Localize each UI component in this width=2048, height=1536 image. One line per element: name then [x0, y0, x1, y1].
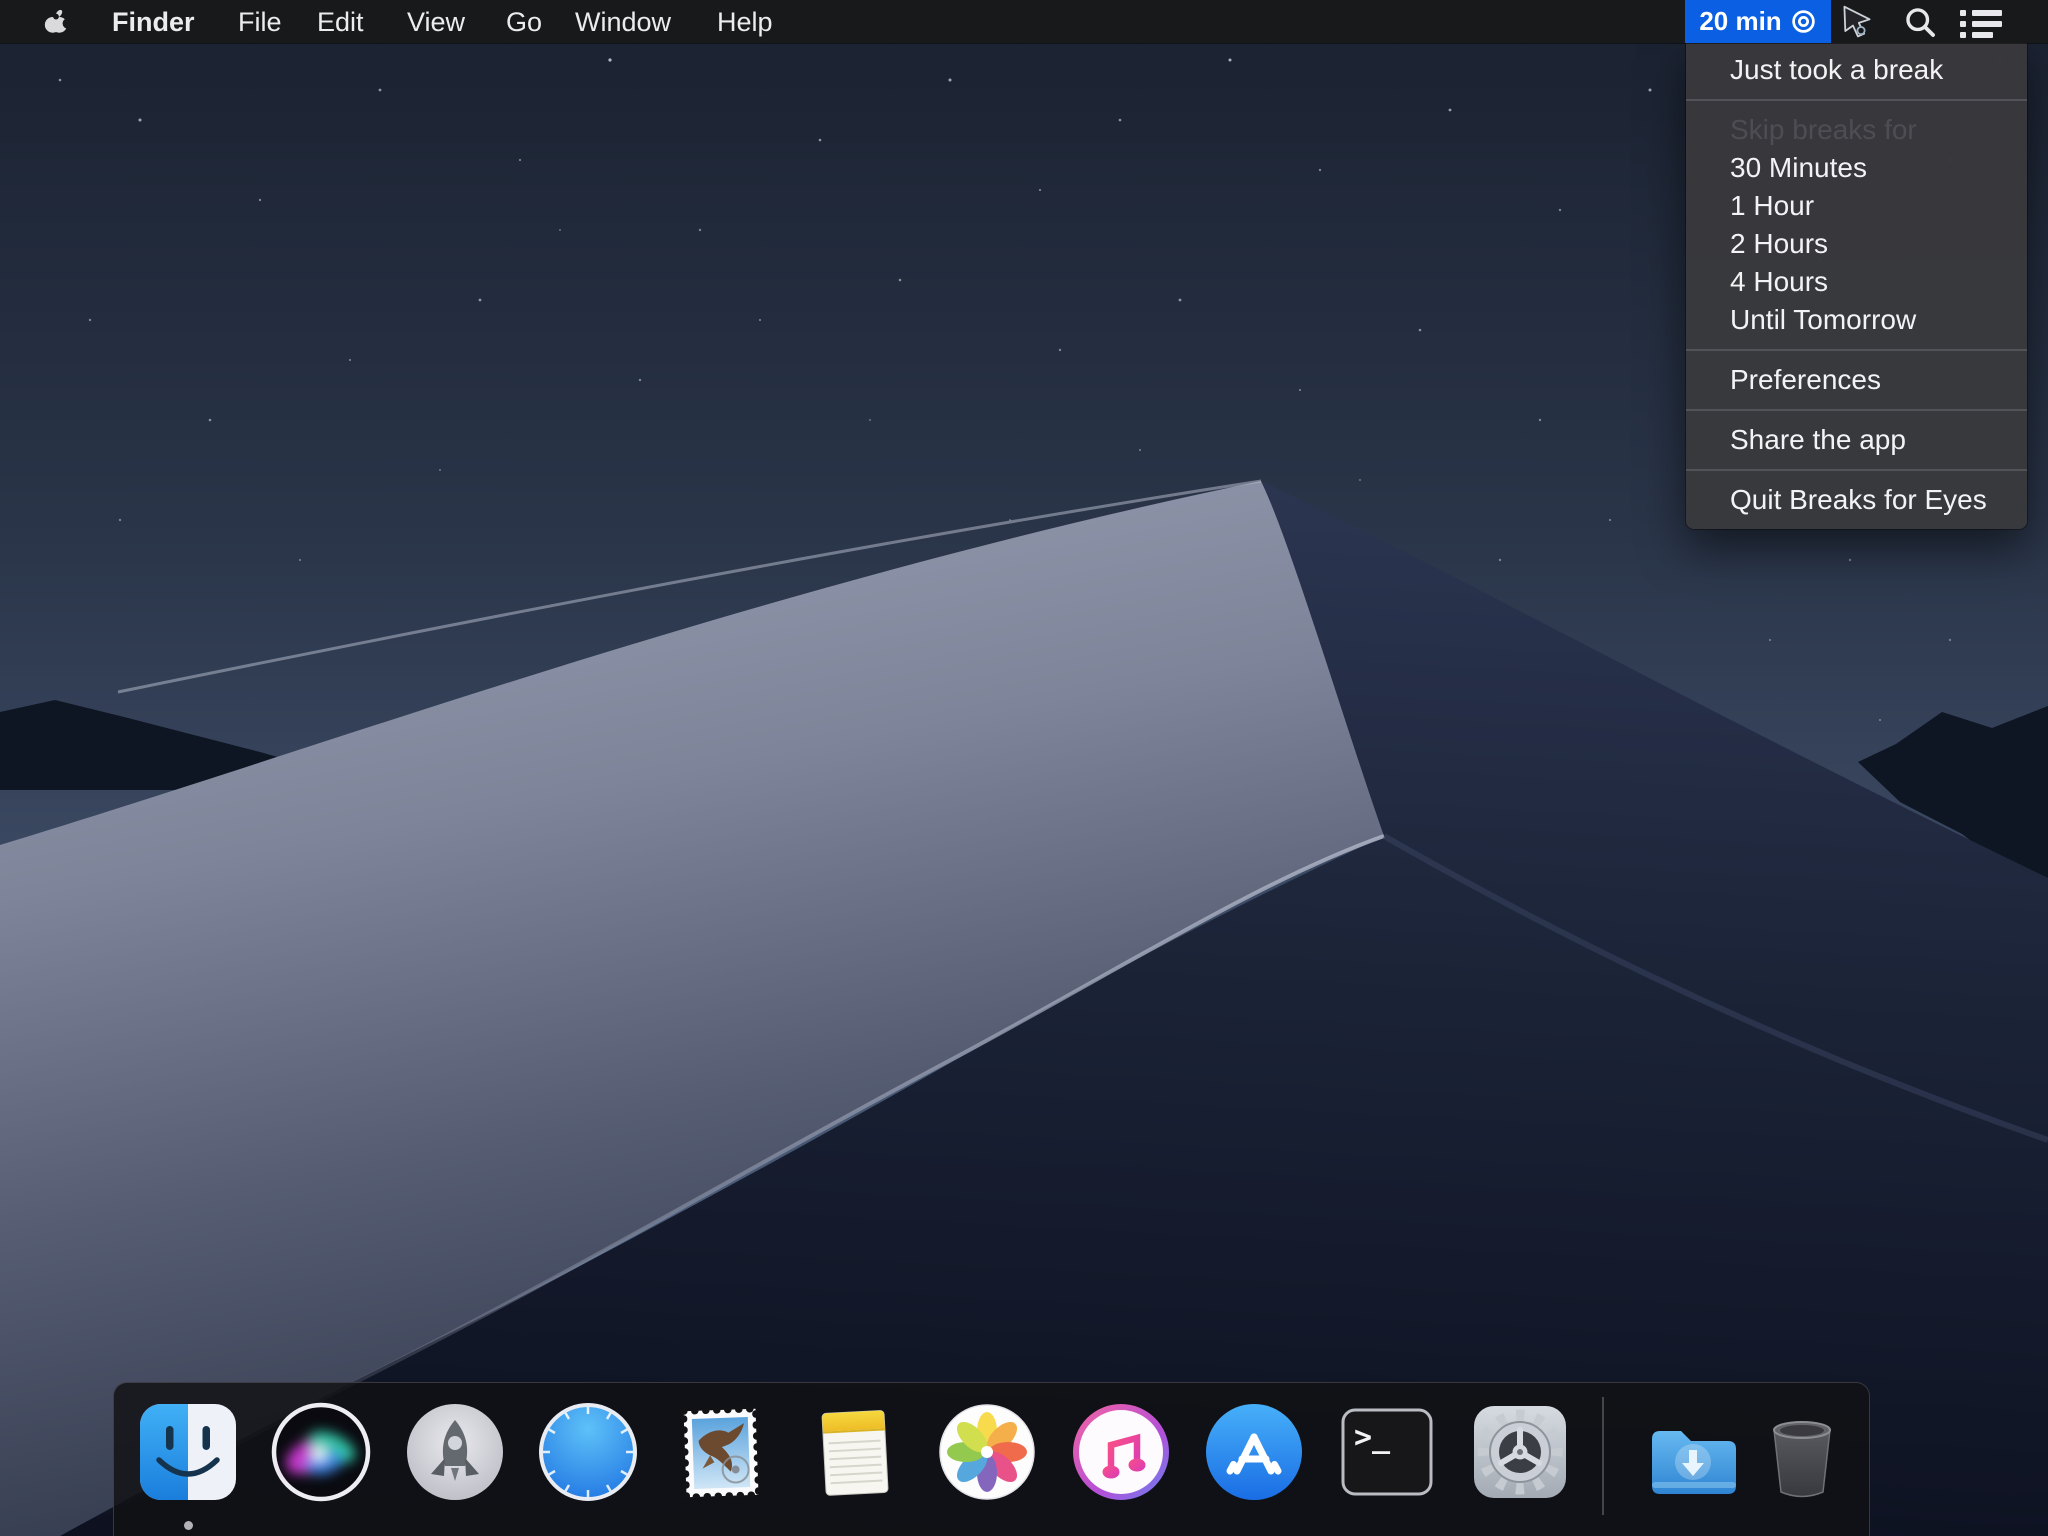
menu-separator: [1686, 469, 2027, 471]
menu-item-1-hour[interactable]: 1 Hour: [1686, 187, 2027, 225]
notification-center-icon[interactable]: [1958, 6, 2004, 42]
menu-item-30-minutes[interactable]: 30 Minutes: [1686, 149, 2027, 187]
menubar-app-menu-finder[interactable]: Finder: [112, 0, 195, 43]
svg-text:>_: >_: [1354, 1420, 1391, 1455]
menubar-menu-view[interactable]: View: [407, 0, 465, 43]
menu-item-quit-breaks-for-eyes[interactable]: Quit Breaks for Eyes: [1686, 481, 2027, 519]
dock-finder-icon[interactable]: [136, 1400, 240, 1504]
apple-menu-icon[interactable]: [42, 7, 70, 37]
dock-launchpad-icon[interactable]: [403, 1400, 507, 1504]
menu-item-until-tomorrow[interactable]: Until Tomorrow: [1686, 301, 2027, 339]
dock-app-store-icon[interactable]: [1202, 1400, 1306, 1504]
menubar-menu-help[interactable]: Help: [717, 0, 773, 43]
break-timer-status-item[interactable]: 20 min: [1685, 0, 1831, 43]
menubar-menu-file[interactable]: File: [238, 0, 282, 43]
menu-separator: [1686, 409, 2027, 411]
dock-terminal-icon[interactable]: >_: [1335, 1400, 1439, 1504]
menubar-menu-edit[interactable]: Edit: [317, 0, 364, 43]
dock-notes-icon[interactable]: [802, 1400, 906, 1504]
menu-separator: [1686, 99, 2027, 101]
spotlight-search-icon[interactable]: [1903, 4, 1937, 40]
break-timer-label: 20 min: [1699, 6, 1781, 37]
dock-mail-icon[interactable]: [669, 1400, 773, 1504]
break-timer-menu: Just took a break Skip breaks for 30 Min…: [1686, 43, 2027, 529]
menu-separator: [1686, 349, 2027, 351]
dock-siri-icon[interactable]: [269, 1400, 373, 1504]
dock-separator: [1602, 1397, 1604, 1515]
dock-trash-icon[interactable]: [1750, 1400, 1854, 1504]
eye-icon: [1790, 8, 1817, 35]
cursor-camera-icon[interactable]: [1838, 4, 1876, 40]
dock-photos-icon[interactable]: [935, 1400, 1039, 1504]
dock-itunes-icon[interactable]: [1069, 1400, 1173, 1504]
menu-bar: Finder File Edit View Go Window Help 20 …: [0, 0, 2048, 43]
menubar-menu-window[interactable]: Window: [575, 0, 671, 43]
menu-item-2-hours[interactable]: 2 Hours: [1686, 225, 2027, 263]
desktop: Finder File Edit View Go Window Help 20 …: [0, 0, 2048, 1536]
finder-running-indicator: [184, 1521, 193, 1530]
dock-downloads-folder-icon[interactable]: [1638, 1400, 1742, 1504]
menu-item-just-took-a-break[interactable]: Just took a break: [1686, 51, 2027, 89]
menu-item-skip-breaks-for: Skip breaks for: [1686, 111, 2027, 149]
dock-system-preferences-icon[interactable]: [1468, 1400, 1572, 1504]
menu-item-preferences[interactable]: Preferences: [1686, 361, 2027, 399]
menu-item-share-the-app[interactable]: Share the app: [1686, 421, 2027, 459]
dock-safari-icon[interactable]: [536, 1400, 640, 1504]
menu-item-4-hours[interactable]: 4 Hours: [1686, 263, 2027, 301]
menubar-menu-go[interactable]: Go: [506, 0, 542, 43]
